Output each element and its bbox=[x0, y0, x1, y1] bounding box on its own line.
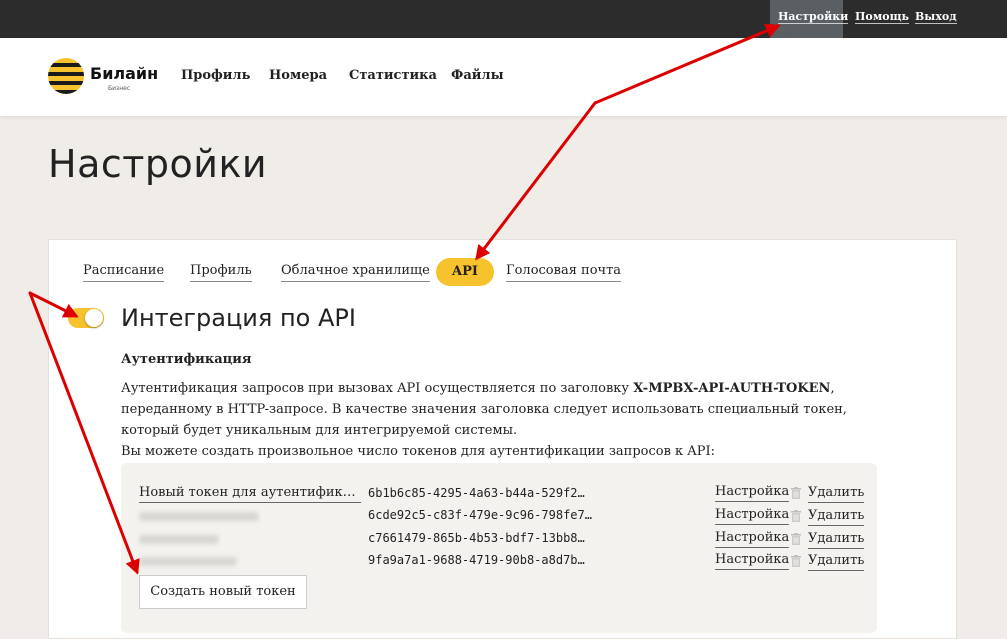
token-value: c7661479-865b-4b53-bdf7-13bb8… bbox=[368, 531, 585, 545]
header: Билайн Бизнес Профиль Номера Статистика … bbox=[0, 38, 1007, 116]
desc-part1: Аутентификация запросов при вызовах API … bbox=[121, 381, 634, 396]
blurred-token-name[interactable] bbox=[139, 512, 259, 521]
token-value: 6b1b6c85-4295-4a63-b44a-529f2… bbox=[368, 486, 585, 500]
token-settings-link[interactable]: Настройка bbox=[715, 551, 790, 570]
blurred-token-name[interactable] bbox=[139, 557, 237, 566]
token-settings-link[interactable]: Настройка bbox=[715, 506, 790, 525]
beeline-logo-icon bbox=[48, 58, 84, 94]
desc-header-name: X-MPBX-API-AUTH-TOKEN bbox=[633, 381, 831, 396]
trash-icon[interactable] bbox=[791, 510, 801, 522]
tab-cloud-storage[interactable]: Облачное хранилище bbox=[281, 262, 430, 282]
tab-profile[interactable]: Профиль bbox=[190, 262, 252, 282]
token-settings-link[interactable]: Настройка bbox=[715, 483, 790, 502]
nav-files[interactable]: Файлы bbox=[451, 68, 504, 83]
auth-description: Аутентификация запросов при вызовах API … bbox=[121, 378, 891, 462]
top-link-settings[interactable]: Настройки bbox=[770, 0, 849, 38]
toggle-knob bbox=[85, 309, 103, 327]
tab-schedule[interactable]: Расписание bbox=[83, 262, 165, 282]
blurred-token-name[interactable] bbox=[139, 535, 219, 544]
token-delete-link[interactable]: Удалить bbox=[808, 530, 865, 549]
nav-statistics[interactable]: Статистика bbox=[349, 68, 437, 83]
trash-icon[interactable] bbox=[791, 533, 801, 545]
token-delete-link[interactable]: Удалить bbox=[808, 484, 865, 503]
arrow-to-api-tab bbox=[475, 101, 597, 261]
token-value: 6cde92c5-c83f-479e-9c96-798fe7… bbox=[368, 508, 592, 522]
create-token-button[interactable]: Создать новый токен bbox=[139, 575, 307, 609]
logo-subtitle: Бизнес bbox=[108, 85, 131, 92]
section-title: Интеграция по API bbox=[121, 304, 356, 332]
api-integration-toggle[interactable] bbox=[68, 308, 104, 328]
nav-numbers[interactable]: Номера bbox=[269, 68, 327, 83]
tab-voicemail[interactable]: Голосовая почта bbox=[506, 262, 622, 282]
top-link-logout[interactable]: Выход bbox=[907, 0, 965, 38]
desc-line2: Вы можете создать произвольное число ток… bbox=[121, 444, 715, 459]
trash-icon[interactable] bbox=[791, 487, 801, 499]
top-bar: Настройки Помощь Выход bbox=[0, 0, 1007, 38]
token-delete-link[interactable]: Удалить bbox=[808, 552, 865, 571]
token-delete-link[interactable]: Удалить bbox=[808, 507, 865, 526]
token-settings-link[interactable]: Настройка bbox=[715, 529, 790, 548]
token-name-link[interactable]: Новый токен для аутентификации запросов bbox=[139, 484, 361, 503]
nav-profile[interactable]: Профиль bbox=[181, 68, 250, 83]
tab-api[interactable]: API bbox=[436, 258, 494, 286]
trash-icon[interactable] bbox=[791, 555, 801, 567]
page-title: Настройки bbox=[48, 142, 268, 186]
auth-subheading: Аутентификация bbox=[121, 352, 252, 367]
logo-name: Билайн bbox=[90, 64, 159, 83]
logo[interactable]: Билайн Бизнес bbox=[48, 58, 158, 96]
token-value: 9fa9a7a1-9688-4719-90b8-a8d7b… bbox=[368, 553, 585, 567]
